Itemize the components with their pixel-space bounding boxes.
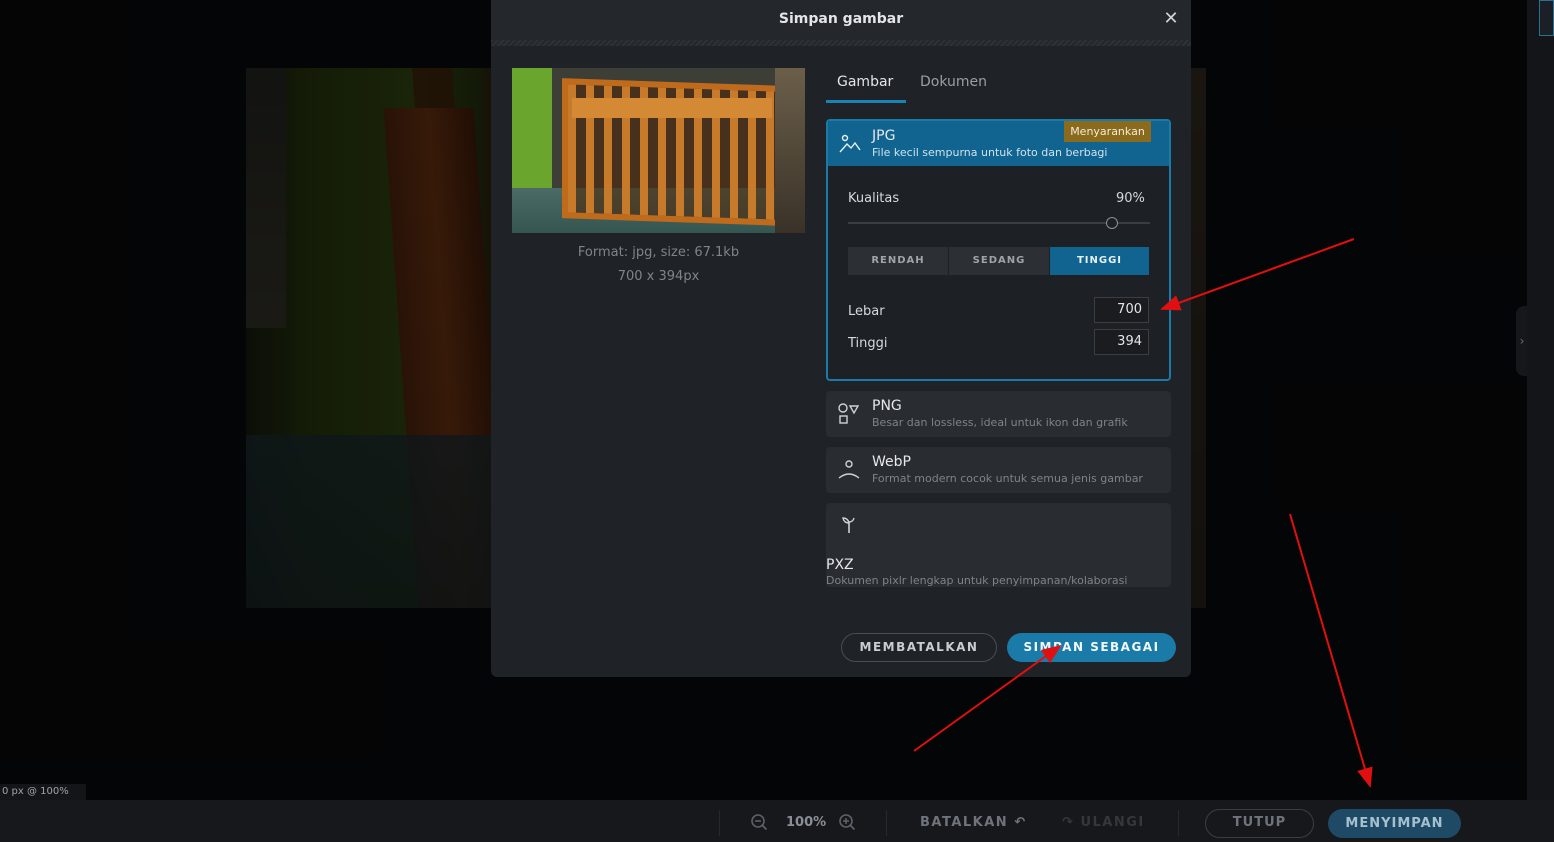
quality-slider-handle[interactable] [1106, 217, 1118, 229]
jpg-name: JPG [872, 128, 896, 144]
divider [886, 810, 887, 836]
png-description: Besar dan lossless, ideal untuk ikon dan… [872, 416, 1128, 429]
pxz-description: Dokumen pixlr lengkap untuk penyimpanan/… [826, 574, 1128, 587]
dialog-title: Simpan gambar [778, 11, 904, 27]
format-option-jpg[interactable]: JPG File kecil sempurna untuk foto dan b… [826, 119, 1171, 381]
save-as-button[interactable]: SIMPAN SEBAGAI [1007, 633, 1176, 662]
user-icon [837, 458, 861, 482]
image-preview [512, 68, 805, 233]
format-option-pxz[interactable]: PXZ Dokumen pixlr lengkap untuk penyimpa… [826, 503, 1171, 587]
height-input[interactable]: 394 [1094, 329, 1149, 355]
webp-name: WebP [872, 454, 911, 470]
quality-slider[interactable] [848, 222, 1150, 224]
landscape-icon [838, 132, 862, 156]
save-dialog: Simpan gambar ✕ Format: jpg, size: 67.1k… [491, 0, 1191, 677]
width-input[interactable]: 700 [1094, 297, 1149, 323]
jpg-header[interactable]: JPG File kecil sempurna untuk foto dan b… [828, 121, 1169, 166]
redo-label: ULANGI [1080, 815, 1145, 830]
right-panel [1527, 0, 1554, 842]
undo-button[interactable]: BATALKAN ↶ [920, 815, 1027, 830]
shapes-icon [837, 402, 861, 426]
zoom-out-icon[interactable] [750, 813, 768, 831]
preview-format-info: Format: jpg, size: 67.1kb [577, 245, 740, 260]
recommended-badge: Menyarankan [1064, 121, 1151, 142]
save-button[interactable]: MENYIMPAN [1328, 809, 1461, 838]
divider [719, 810, 720, 836]
preview-dimensions: 700 x 394px [617, 269, 700, 284]
webp-description: Format modern cocok untuk semua jenis ga… [872, 472, 1143, 485]
close-button[interactable]: TUTUP [1205, 809, 1314, 838]
layer-thumbnail[interactable] [1539, 0, 1554, 36]
preset-sedang-button[interactable]: SEDANG [949, 247, 1049, 275]
tab-gambar[interactable]: Gambar [837, 74, 893, 90]
pxz-name: PXZ [826, 557, 854, 573]
quality-value: 90% [1116, 191, 1145, 206]
tab-dokumen[interactable]: Dokumen [920, 74, 987, 90]
header-divider [491, 40, 1191, 46]
format-option-webp[interactable]: WebP Format modern cocok untuk semua jen… [826, 447, 1171, 493]
cancel-button[interactable]: MEMBATALKAN [841, 633, 997, 662]
status-text: 0 px @ 100% [0, 784, 86, 800]
close-icon[interactable]: ✕ [1162, 8, 1180, 30]
jpg-description: File kecil sempurna untuk foto dan berba… [872, 146, 1108, 159]
png-name: PNG [872, 398, 902, 414]
preset-tinggi-button[interactable]: TINGGI [1050, 247, 1149, 275]
format-option-png[interactable]: PNG Besar dan lossless, ideal untuk ikon… [826, 391, 1171, 437]
zoom-in-icon[interactable] [838, 813, 856, 831]
active-tab-indicator [826, 100, 906, 103]
redo-button[interactable]: ↷ ULANGI [1062, 815, 1145, 830]
undo-label: BATALKAN [920, 815, 1009, 830]
bottom-toolbar [0, 800, 1554, 842]
quality-label: Kualitas [848, 191, 900, 206]
undo-icon: ↶ [1014, 815, 1027, 830]
zoom-level: 100% [786, 815, 827, 830]
sprout-icon [837, 513, 861, 537]
divider [1178, 810, 1179, 836]
redo-icon: ↷ [1062, 815, 1075, 830]
preset-rendah-button[interactable]: RENDAH [848, 247, 948, 275]
width-label: Lebar [848, 304, 885, 319]
height-label: Tinggi [848, 336, 888, 351]
